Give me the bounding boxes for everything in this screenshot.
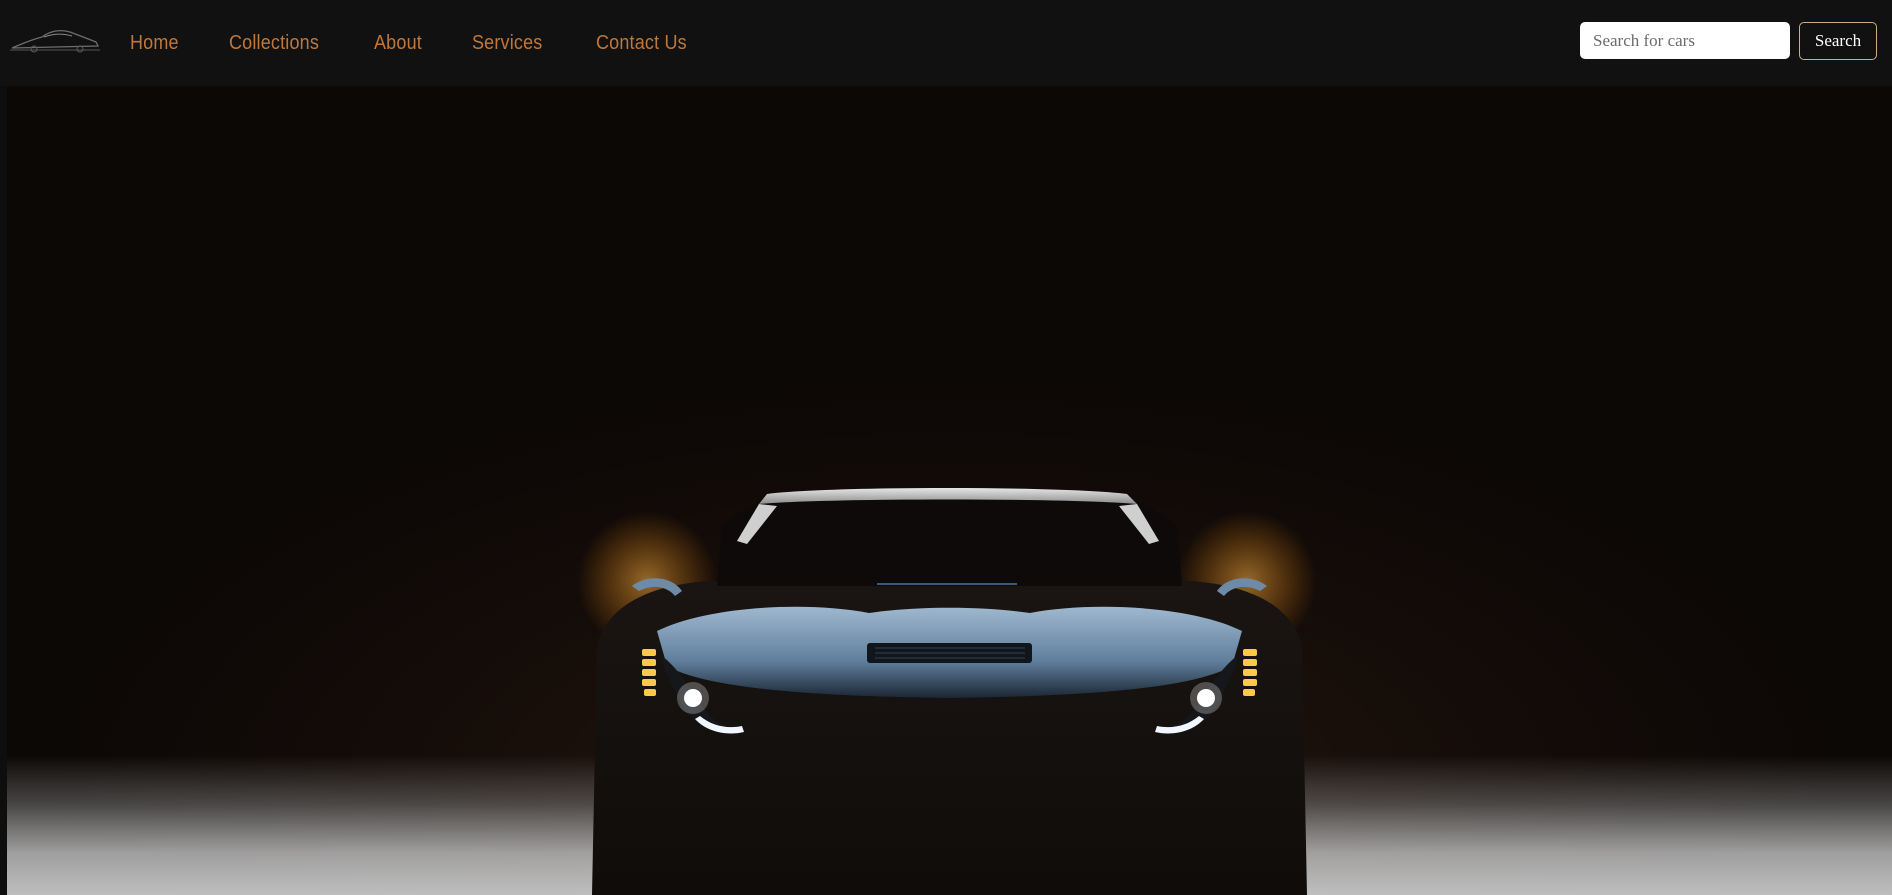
nav-links: Home Collections About Services Contact …: [130, 0, 742, 86]
nav-link-home[interactable]: Home: [130, 32, 179, 55]
search-input[interactable]: [1580, 22, 1790, 59]
nav-link-contact-us[interactable]: Contact Us: [596, 32, 687, 55]
navbar: Home Collections About Services Contact …: [0, 0, 1892, 86]
nav-link-collections[interactable]: Collections: [229, 32, 319, 55]
search-button[interactable]: Search: [1799, 22, 1877, 60]
sports-car-image: [577, 488, 1317, 895]
nav-link-about[interactable]: About: [374, 32, 422, 55]
nav-link-services[interactable]: Services: [472, 32, 542, 55]
car-logo-icon[interactable]: [8, 24, 102, 54]
hero-banner: [7, 86, 1892, 895]
